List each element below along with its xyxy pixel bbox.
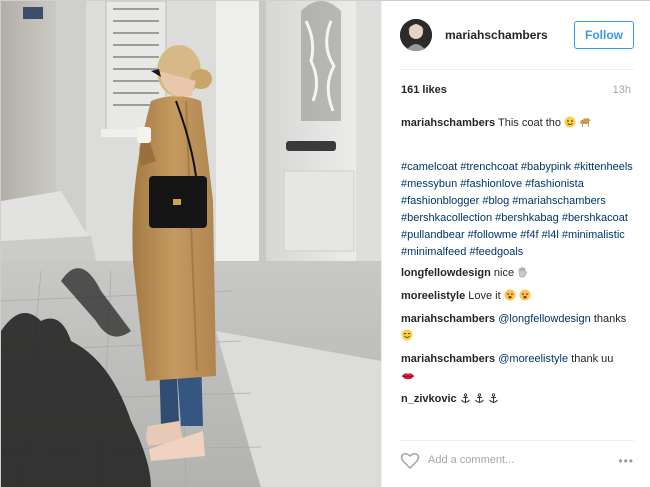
avatar[interactable] (400, 19, 432, 51)
likes-count[interactable]: 161 likes (401, 84, 447, 96)
more-icon[interactable]: ••• (618, 454, 634, 468)
kiss-lips-emoji-icon (401, 370, 415, 387)
comment-item: mariahschambers @longfellowdesign thanks (401, 311, 635, 347)
comment-item: n_zivkovic (401, 391, 635, 410)
comment-mention[interactable]: @longfellowdesign (498, 313, 591, 325)
hashtags[interactable]: #camelcoat #trenchcoat #babypink #kitten… (401, 159, 635, 261)
post-details-panel: mariahschambers Follow 161 likes 13h mar… (381, 1, 650, 487)
comment-text: Love it (468, 290, 501, 302)
comment-text: thanks (593, 313, 627, 325)
comment-author[interactable]: n_zivkovic (401, 393, 457, 405)
comment-item: moreelistyle Love it (401, 288, 635, 307)
post-modal: mariahschambers Follow 161 likes 13h mar… (0, 0, 650, 487)
hand-emoji-icon (517, 266, 528, 284)
comment-author[interactable]: moreelistyle (401, 290, 465, 302)
caption-gap (401, 138, 635, 159)
camel-emoji-icon (579, 116, 592, 134)
comment-text: nice (493, 267, 515, 279)
footer-divider (400, 440, 634, 441)
post-photo[interactable] (1, 1, 381, 487)
photo-illustration (1, 1, 381, 487)
anchor-emoji-icon (488, 393, 499, 410)
post-timestamp[interactable]: 13h (613, 84, 631, 96)
comment-mention[interactable]: @moreelistyle (498, 353, 568, 365)
anchor-emoji-icon (460, 393, 471, 410)
heart-icon[interactable] (400, 451, 420, 471)
post-footer: Add a comment... ••• (400, 450, 634, 474)
follow-button[interactable]: Follow (574, 21, 634, 49)
smile-emoji-icon (401, 329, 413, 347)
anchor-emoji-icon (474, 393, 485, 410)
comment-text: thank uu (571, 353, 614, 365)
header-divider (400, 69, 634, 70)
comment-item: longfellowdesign nice (401, 265, 635, 284)
heart-eyes-emoji-icon (519, 289, 531, 307)
comment-author[interactable]: longfellowdesign (401, 267, 491, 279)
caption-author[interactable]: mariahschambers (401, 117, 495, 129)
post-header: mariahschambers Follow (400, 17, 634, 53)
comments-list: mariahschambers This coat tho #camelcoat… (401, 115, 635, 414)
caption-text: This coat tho (498, 117, 562, 129)
comment-item: mariahschambers @moreelistyle thank uu (401, 351, 635, 387)
heart-eyes-emoji-icon (504, 289, 516, 307)
post-author-username[interactable]: mariahschambers (445, 28, 548, 42)
caption: mariahschambers This coat tho (401, 115, 635, 134)
comment-author[interactable]: mariahschambers (401, 313, 495, 325)
add-comment-input[interactable]: Add a comment... (428, 454, 514, 466)
smile-emoji-icon (564, 116, 576, 134)
comment-author[interactable]: mariahschambers (401, 353, 495, 365)
